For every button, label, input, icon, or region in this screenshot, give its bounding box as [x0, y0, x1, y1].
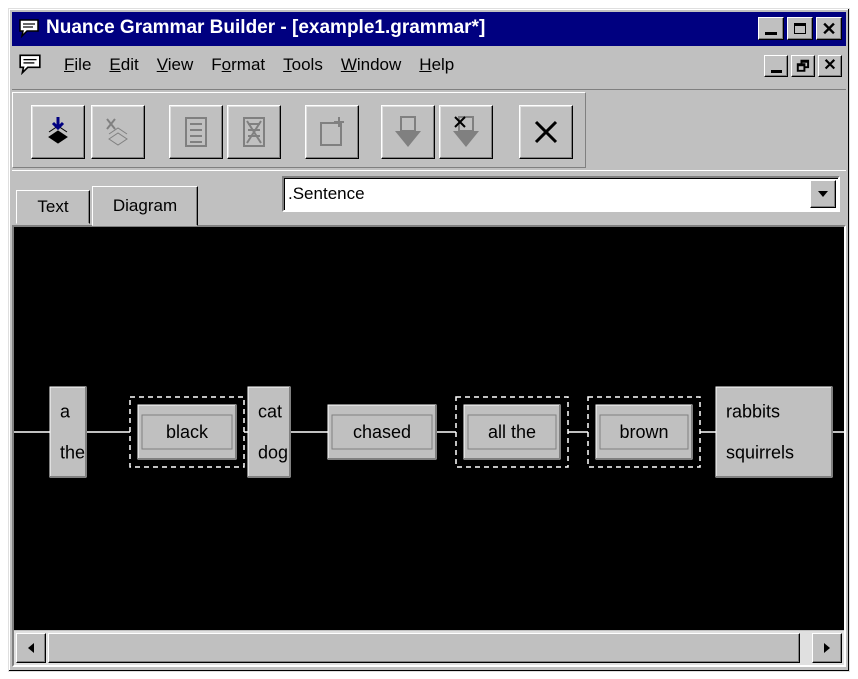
- delete-rule-button[interactable]: [227, 105, 281, 159]
- menu-bar: File Edit View Format Tools Window Help 🗗 ✕: [12, 49, 846, 83]
- close-window-button[interactable]: ✕: [816, 17, 842, 40]
- menu-format[interactable]: Format: [203, 55, 275, 75]
- remove-down-icon: [453, 116, 479, 147]
- close-x-icon: ✕: [823, 57, 837, 74]
- insert-down-button[interactable]: [381, 105, 435, 159]
- export-button[interactable]: [91, 105, 145, 159]
- close-x-icon: ✕: [821, 18, 837, 39]
- diagram-word: cat: [258, 402, 282, 422]
- import-button[interactable]: [31, 105, 85, 159]
- diagram-word: dog: [258, 443, 288, 463]
- diagram-panel: a the black cat dog chased all the brown rabbits…: [12, 225, 846, 667]
- insert-down-icon: [395, 116, 421, 147]
- view-tabs: Text Diagram .Sentence: [12, 174, 846, 226]
- diagram-node[interactable]: all the: [455, 396, 569, 468]
- title-bar[interactable]: Nuance Grammar Builder - [example1.gramm…: [12, 12, 846, 46]
- scroll-thumb[interactable]: [48, 633, 800, 663]
- rule-selector-value: .Sentence: [288, 184, 365, 203]
- arrow-right-icon: [824, 643, 830, 653]
- tab-text[interactable]: Text: [16, 190, 90, 224]
- delete-rule-icon: [243, 117, 265, 147]
- maximize-button[interactable]: [787, 17, 813, 40]
- close-button[interactable]: [519, 105, 573, 159]
- diagram-word: squirrels: [726, 443, 794, 463]
- menu-edit[interactable]: Edit: [101, 55, 148, 75]
- scroll-left-button[interactable]: [16, 633, 46, 663]
- diagram-word: brown: [619, 422, 668, 442]
- document-speech-bubble-icon: [19, 54, 41, 75]
- grammar-diagram: a the black cat dog chased all the brown rabbits…: [14, 386, 844, 478]
- maximize-icon: [794, 23, 806, 34]
- add-rule-button[interactable]: [169, 105, 223, 159]
- doc-close-button[interactable]: ✕: [818, 55, 842, 77]
- scroll-right-button[interactable]: [812, 633, 842, 663]
- doc-minimize-button[interactable]: [764, 55, 788, 77]
- rule-selector-dropdown-button[interactable]: [810, 180, 836, 208]
- restore-icon: 🗗: [796, 58, 810, 74]
- tab-diagram[interactable]: Diagram: [92, 186, 198, 226]
- diagram-node[interactable]: black: [129, 396, 245, 468]
- diagram-node[interactable]: rabbits squirrels: [715, 386, 833, 478]
- menu-window[interactable]: Window: [333, 55, 411, 75]
- diagram-canvas[interactable]: a the black cat dog chased all the brown rabbits…: [14, 227, 844, 631]
- horizontal-scrollbar[interactable]: [14, 630, 844, 665]
- diagram-node[interactable]: chased: [327, 404, 437, 460]
- rule-selector[interactable]: .Sentence: [282, 176, 840, 212]
- minimize-icon: [765, 32, 777, 35]
- menu-tools[interactable]: Tools: [275, 55, 333, 75]
- add-rule-icon: [185, 117, 207, 147]
- chevron-down-icon: [818, 191, 828, 197]
- remove-down-button[interactable]: [439, 105, 493, 159]
- doc-restore-button[interactable]: 🗗: [791, 55, 815, 77]
- new-item-button[interactable]: [305, 105, 359, 159]
- app-speech-bubble-icon: [19, 19, 39, 38]
- import-icon: [48, 117, 68, 144]
- diagram-word: all the: [488, 422, 536, 442]
- new-item-icon: [320, 117, 344, 146]
- export-icon: [106, 118, 128, 146]
- diagram-word: a: [60, 402, 71, 422]
- diagram-node[interactable]: a the: [49, 386, 87, 478]
- arrow-left-icon: [28, 643, 34, 653]
- window-title: Nuance Grammar Builder - [example1.gramm…: [46, 17, 486, 38]
- diagram-node[interactable]: brown: [587, 396, 701, 468]
- menu-help[interactable]: Help: [411, 55, 464, 75]
- menu-file[interactable]: File: [56, 55, 101, 75]
- diagram-word: black: [166, 422, 209, 442]
- app-window: Nuance Grammar Builder - [example1.gramm…: [8, 8, 850, 672]
- minimize-icon: [770, 69, 782, 73]
- diagram-node[interactable]: cat dog: [247, 386, 291, 478]
- minimize-button[interactable]: [758, 17, 784, 40]
- diagram-word: the: [60, 443, 85, 463]
- menu-view[interactable]: View: [149, 55, 204, 75]
- diagram-word: rabbits: [726, 402, 780, 422]
- diagram-word: chased: [353, 422, 411, 442]
- close-icon: [534, 120, 558, 144]
- toolbar: [12, 89, 846, 171]
